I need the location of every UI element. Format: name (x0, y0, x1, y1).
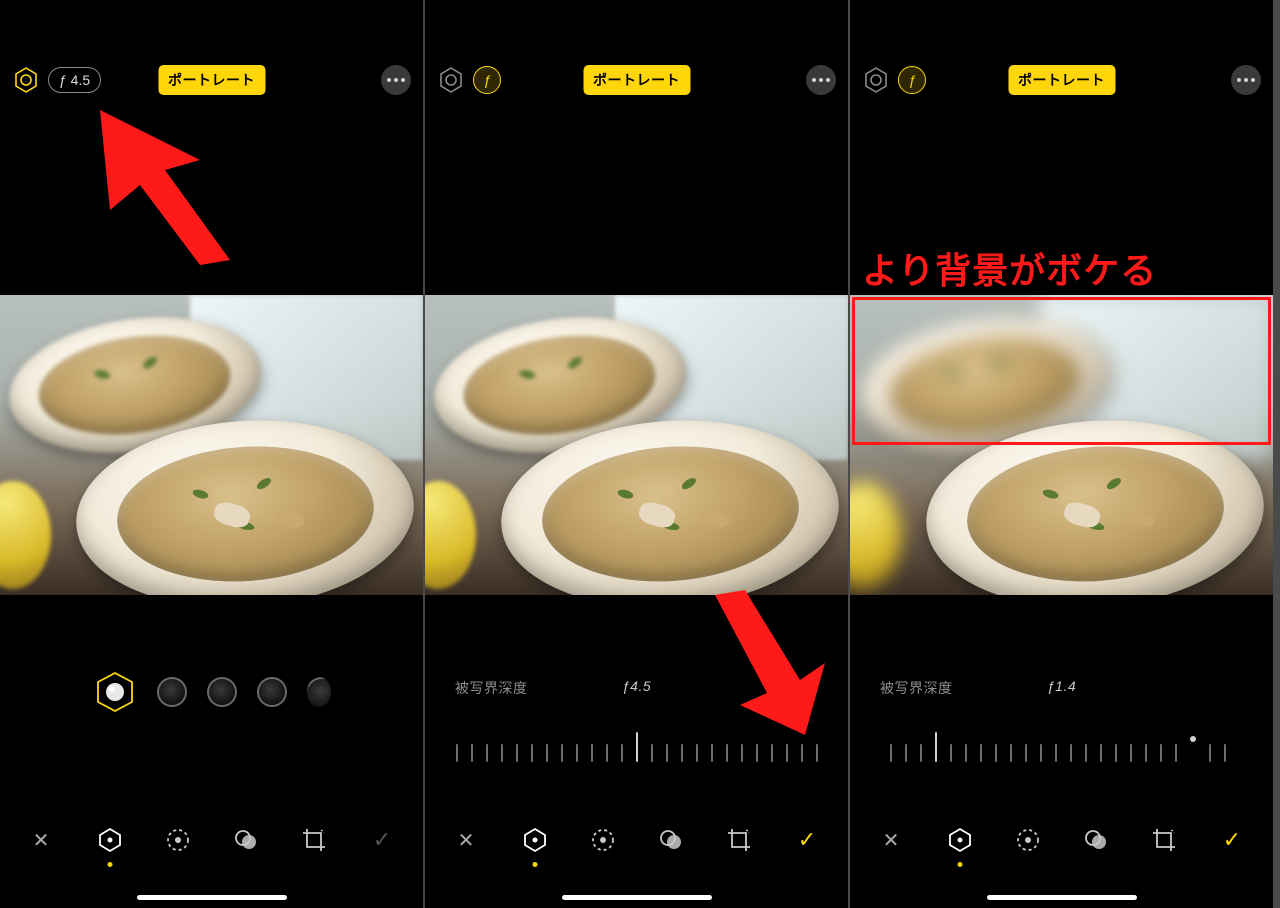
annotation-highlight-box (852, 297, 1271, 445)
home-indicator[interactable] (987, 895, 1137, 900)
panel-2: ƒ ポートレート 被写界深度 ƒ4.5 ✕ (425, 0, 850, 908)
more-button[interactable] (381, 65, 411, 95)
slider-indicator[interactable] (935, 732, 937, 762)
cancel-button[interactable]: ✕ (24, 823, 58, 857)
depth-value: ƒ1.4 (1047, 678, 1076, 694)
aperture-button[interactable]: ƒ (898, 66, 926, 94)
lighting-option-5[interactable] (307, 677, 331, 707)
cancel-button[interactable]: ✕ (874, 823, 908, 857)
edit-toolbar: ✕ ✓ (850, 816, 1273, 864)
filters-tab-icon[interactable] (229, 823, 263, 857)
mode-badge[interactable]: ポートレート (1008, 65, 1115, 95)
crop-tab-icon[interactable] (722, 823, 756, 857)
depth-label: 被写界深度 (880, 678, 953, 698)
mode-badge[interactable]: ポートレート (583, 65, 690, 95)
aperture-button[interactable]: ƒ (473, 66, 501, 94)
done-button[interactable]: ✓ (365, 823, 399, 857)
aperture-value: ƒ 4.5 (59, 72, 90, 88)
adjust-tab-icon[interactable] (586, 823, 620, 857)
depth-labels: 被写界深度 ƒ1.4 (850, 678, 1273, 698)
photo-preview[interactable] (425, 295, 848, 595)
annotation-text: より背景がボケる (862, 242, 1157, 294)
photo-preview[interactable] (850, 295, 1273, 595)
depth-value: ƒ4.5 (622, 678, 651, 694)
slider-indicator[interactable] (636, 732, 638, 762)
portrait-lighting-icon[interactable] (862, 66, 890, 94)
lighting-effect-row[interactable] (0, 668, 423, 716)
portrait-lighting-icon[interactable] (437, 66, 465, 94)
adjust-tab-icon[interactable] (161, 823, 195, 857)
edit-toolbar: ✕ ✓ (0, 816, 423, 864)
f-symbol: ƒ (908, 72, 916, 88)
more-button[interactable] (806, 65, 836, 95)
topbar: ƒ ポートレート (425, 60, 848, 100)
home-indicator[interactable] (562, 895, 712, 900)
done-button[interactable]: ✓ (790, 823, 824, 857)
lighting-option-3[interactable] (207, 677, 237, 707)
adjust-tab-icon[interactable] (1011, 823, 1045, 857)
annotation-arrow-1 (80, 90, 260, 270)
lighting-hex-selected[interactable] (93, 670, 137, 714)
more-button[interactable] (1231, 65, 1261, 95)
crop-tab-icon[interactable] (297, 823, 331, 857)
portrait-tab-icon[interactable] (93, 823, 127, 857)
portrait-lighting-icon[interactable] (12, 66, 40, 94)
filters-tab-icon[interactable] (654, 823, 688, 857)
slider-origin-dot (1190, 736, 1196, 742)
done-button[interactable]: ✓ (1215, 823, 1249, 857)
panel-1: ƒ 4.5 ポートレート ✕ (0, 0, 425, 908)
portrait-tab-icon[interactable] (518, 823, 552, 857)
crop-tab-icon[interactable] (1147, 823, 1181, 857)
depth-label: 被写界深度 (455, 678, 528, 698)
filters-tab-icon[interactable] (1079, 823, 1113, 857)
portrait-tab-icon[interactable] (943, 823, 977, 857)
lighting-option-4[interactable] (257, 677, 287, 707)
topbar: ƒ ポートレート (850, 60, 1273, 100)
depth-slider[interactable] (850, 724, 1273, 762)
panel-3: ƒ ポートレート より背景がボケる 被写界深度 ƒ1.4 ✕ (850, 0, 1275, 908)
home-indicator[interactable] (137, 895, 287, 900)
cancel-button[interactable]: ✕ (449, 823, 483, 857)
photo-preview[interactable] (0, 295, 423, 595)
lighting-option-2[interactable] (157, 677, 187, 707)
annotation-arrow-2 (685, 585, 835, 735)
edit-toolbar: ✕ ✓ (425, 816, 848, 864)
f-symbol: ƒ (483, 72, 491, 88)
